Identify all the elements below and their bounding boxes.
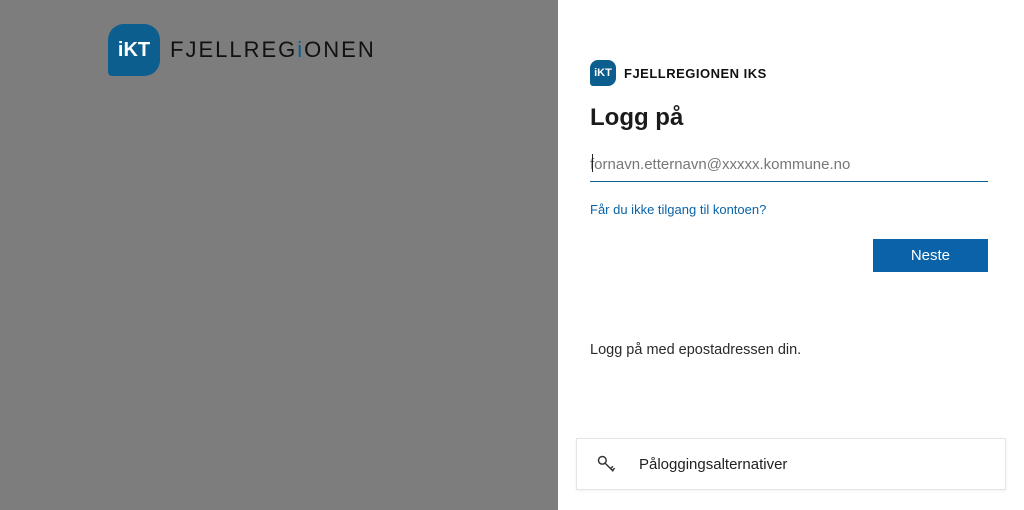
ikt-badge-icon: iKT bbox=[108, 24, 160, 76]
org-badge-icon: iKT bbox=[590, 60, 616, 86]
login-hint: Logg på med epostadressen din. bbox=[590, 342, 988, 358]
org-name: FJELLREGIONEN IKS bbox=[624, 66, 767, 81]
email-field[interactable] bbox=[590, 150, 988, 182]
button-row: Neste bbox=[590, 239, 988, 272]
org-row: iKT FJELLREGIONEN IKS bbox=[590, 60, 988, 86]
org-badge-text: iKT bbox=[594, 67, 612, 79]
brand-name: FJELLREGiONEN bbox=[170, 37, 376, 63]
next-button[interactable]: Neste bbox=[873, 239, 988, 272]
ikt-badge-text: iKT bbox=[118, 39, 150, 62]
login-heading: Logg på bbox=[590, 104, 988, 132]
brand-logo: iKT FJELLREGiONEN bbox=[108, 24, 376, 76]
text-cursor bbox=[592, 154, 593, 172]
key-icon bbox=[595, 453, 617, 475]
signin-options-label: Påloggingsalternativer bbox=[639, 456, 787, 473]
email-field-wrapper bbox=[590, 150, 988, 182]
signin-options-button[interactable]: Påloggingsalternativer bbox=[576, 438, 1006, 490]
branding-panel: iKT FJELLREGiONEN bbox=[0, 0, 558, 510]
cant-access-link[interactable]: Får du ikke tilgang til kontoen? bbox=[590, 202, 988, 217]
login-panel: iKT FJELLREGIONEN IKS Logg på Får du ikk… bbox=[558, 0, 1024, 510]
